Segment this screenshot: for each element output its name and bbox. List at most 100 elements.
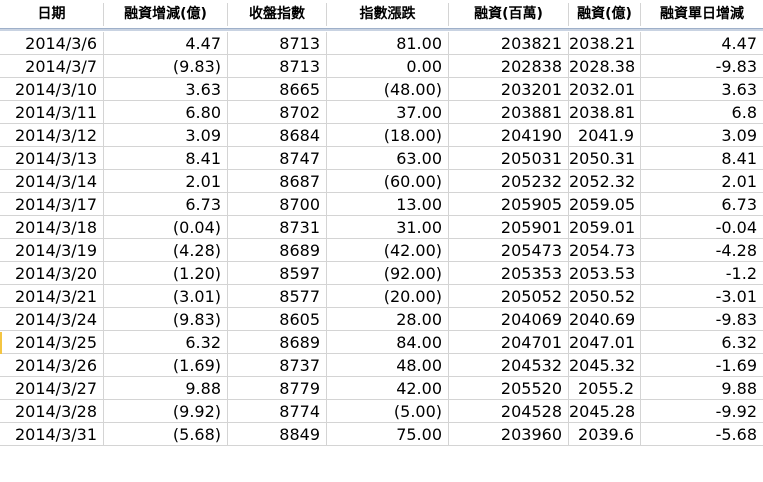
cell-date[interactable]: 2014/3/31: [0, 423, 104, 446]
cell-daily-change[interactable]: 6.73: [641, 193, 763, 216]
cell-daily-change[interactable]: -1.2: [641, 262, 763, 285]
cell-date[interactable]: 2014/3/19: [0, 239, 104, 262]
cell-close-index[interactable]: 8731: [228, 216, 327, 239]
cell-margin-million[interactable]: 203201: [449, 78, 569, 101]
cell-margin-change[interactable]: (9.92): [104, 400, 228, 423]
cell-index-change[interactable]: 28.00: [327, 308, 449, 331]
cell-daily-change[interactable]: 3.63: [641, 78, 763, 101]
cell-margin-billion[interactable]: 2059.01: [569, 216, 641, 239]
cell-margin-billion[interactable]: 2028.38: [569, 55, 641, 78]
cell-daily-change[interactable]: 8.41: [641, 147, 763, 170]
cell-date[interactable]: 2014/3/10: [0, 78, 104, 101]
cell-margin-change[interactable]: (9.83): [104, 55, 228, 78]
cell-margin-million[interactable]: 204528: [449, 400, 569, 423]
cell-margin-change[interactable]: (4.28): [104, 239, 228, 262]
header-daily-change[interactable]: 融資單日增減: [641, 3, 763, 26]
cell-date[interactable]: 2014/3/24: [0, 308, 104, 331]
cell-margin-million[interactable]: 204069: [449, 308, 569, 331]
cell-margin-million[interactable]: 205353: [449, 262, 569, 285]
cell-index-change[interactable]: 84.00: [327, 331, 449, 354]
cell-close-index[interactable]: 8684: [228, 124, 327, 147]
cell-index-change[interactable]: 75.00: [327, 423, 449, 446]
cell-margin-billion[interactable]: 2059.05: [569, 193, 641, 216]
cell-margin-million[interactable]: 205052: [449, 285, 569, 308]
header-margin-change[interactable]: 融資增減(億): [104, 3, 228, 26]
cell-close-index[interactable]: 8597: [228, 262, 327, 285]
cell-daily-change[interactable]: 4.47: [641, 32, 763, 55]
header-margin-billion[interactable]: 融資(億): [569, 3, 641, 26]
cell-index-change[interactable]: 37.00: [327, 101, 449, 124]
cell-close-index[interactable]: 8687: [228, 170, 327, 193]
cell-margin-million[interactable]: 205232: [449, 170, 569, 193]
cell-margin-million[interactable]: 205901: [449, 216, 569, 239]
cell-close-index[interactable]: 8665: [228, 78, 327, 101]
cell-daily-change[interactable]: -9.83: [641, 308, 763, 331]
cell-margin-change[interactable]: 3.63: [104, 78, 228, 101]
cell-margin-change[interactable]: 6.32: [104, 331, 228, 354]
cell-margin-million[interactable]: 204190: [449, 124, 569, 147]
cell-margin-million[interactable]: 203821: [449, 32, 569, 55]
cell-margin-billion[interactable]: 2050.52: [569, 285, 641, 308]
cell-margin-change[interactable]: 3.09: [104, 124, 228, 147]
cell-date[interactable]: 2014/3/27: [0, 377, 104, 400]
cell-daily-change[interactable]: 3.09: [641, 124, 763, 147]
cell-margin-billion[interactable]: 2039.6: [569, 423, 641, 446]
cell-close-index[interactable]: 8605: [228, 308, 327, 331]
cell-date[interactable]: 2014/3/28: [0, 400, 104, 423]
cell-margin-million[interactable]: 204532: [449, 354, 569, 377]
cell-margin-million[interactable]: 205473: [449, 239, 569, 262]
cell-margin-billion[interactable]: 2055.2: [569, 377, 641, 400]
cell-margin-change[interactable]: 4.47: [104, 32, 228, 55]
cell-index-change[interactable]: 31.00: [327, 216, 449, 239]
cell-date[interactable]: 2014/3/7: [0, 55, 104, 78]
cell-close-index[interactable]: 8700: [228, 193, 327, 216]
header-margin-million[interactable]: 融資(百萬): [449, 3, 569, 26]
cell-margin-billion[interactable]: 2045.32: [569, 354, 641, 377]
cell-index-change[interactable]: (60.00): [327, 170, 449, 193]
cell-daily-change[interactable]: 6.8: [641, 101, 763, 124]
cell-margin-billion[interactable]: 2053.53: [569, 262, 641, 285]
cell-date[interactable]: 2014/3/20: [0, 262, 104, 285]
cell-close-index[interactable]: 8737: [228, 354, 327, 377]
cell-daily-change[interactable]: -3.01: [641, 285, 763, 308]
cell-date[interactable]: 2014/3/21: [0, 285, 104, 308]
cell-index-change[interactable]: 0.00: [327, 55, 449, 78]
cell-margin-change[interactable]: 6.80: [104, 101, 228, 124]
cell-index-change[interactable]: (42.00): [327, 239, 449, 262]
cell-margin-change[interactable]: (5.68): [104, 423, 228, 446]
cell-margin-billion[interactable]: 2041.9: [569, 124, 641, 147]
cell-daily-change[interactable]: 6.32: [641, 331, 763, 354]
cell-daily-change[interactable]: -5.68: [641, 423, 763, 446]
cell-date[interactable]: 2014/3/17: [0, 193, 104, 216]
cell-margin-million[interactable]: 205031: [449, 147, 569, 170]
cell-margin-billion[interactable]: 2052.32: [569, 170, 641, 193]
cell-index-change[interactable]: (20.00): [327, 285, 449, 308]
cell-close-index[interactable]: 8689: [228, 239, 327, 262]
cell-close-index[interactable]: 8702: [228, 101, 327, 124]
cell-index-change[interactable]: (5.00): [327, 400, 449, 423]
cell-date[interactable]: 2014/3/18: [0, 216, 104, 239]
cell-date[interactable]: 2014/3/11: [0, 101, 104, 124]
cell-daily-change[interactable]: -0.04: [641, 216, 763, 239]
cell-margin-change[interactable]: 8.41: [104, 147, 228, 170]
cell-index-change[interactable]: 13.00: [327, 193, 449, 216]
cell-margin-change[interactable]: 9.88: [104, 377, 228, 400]
cell-close-index[interactable]: 8713: [228, 55, 327, 78]
cell-margin-change[interactable]: (0.04): [104, 216, 228, 239]
header-index-change[interactable]: 指數漲跌: [327, 3, 449, 26]
cell-close-index[interactable]: 8689: [228, 331, 327, 354]
cell-margin-million[interactable]: 205520: [449, 377, 569, 400]
cell-margin-million[interactable]: 204701: [449, 331, 569, 354]
cell-index-change[interactable]: (48.00): [327, 78, 449, 101]
header-close-index[interactable]: 收盤指數: [228, 3, 327, 26]
cell-daily-change[interactable]: -1.69: [641, 354, 763, 377]
spreadsheet-grid[interactable]: 日期 融資增減(億) 收盤指數 指數漲跌 融資(百萬) 融資(億) 融資單日增減…: [0, 0, 763, 482]
cell-daily-change[interactable]: 9.88: [641, 377, 763, 400]
cell-index-change[interactable]: 81.00: [327, 32, 449, 55]
cell-daily-change[interactable]: 2.01: [641, 170, 763, 193]
cell-margin-change[interactable]: (9.83): [104, 308, 228, 331]
cell-margin-billion[interactable]: 2038.81: [569, 101, 641, 124]
cell-margin-billion[interactable]: 2045.28: [569, 400, 641, 423]
cell-margin-billion[interactable]: 2032.01: [569, 78, 641, 101]
cell-margin-billion[interactable]: 2047.01: [569, 331, 641, 354]
